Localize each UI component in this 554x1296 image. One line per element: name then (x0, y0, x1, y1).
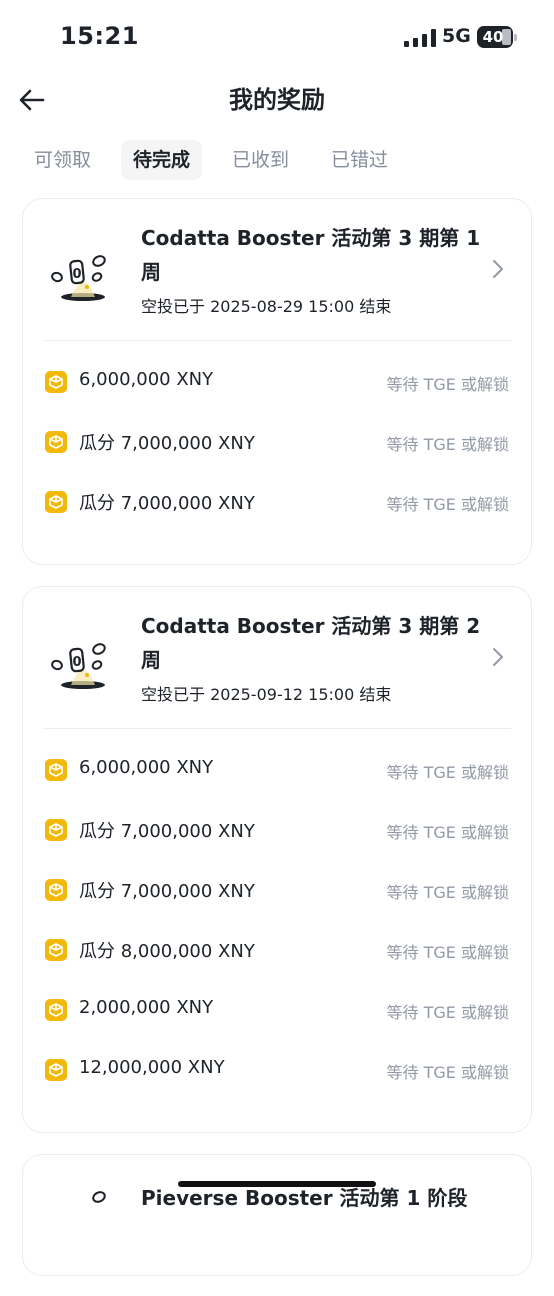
reward-status: 等待 TGE 或解锁 (386, 1063, 509, 1082)
page-title: 我的奖励 (229, 86, 325, 114)
reward-amount: 6,000,000 XNY (79, 757, 214, 778)
reward-card-header[interactable]: 0 Codatta Booster 活动第 3 期第 2 周 空投已于 2025… (23, 587, 531, 728)
reward-status: 等待 TGE 或解锁 (386, 375, 509, 394)
status-bar: 15:21 5G 40 (0, 0, 554, 74)
reward-row: 12,000,000 XNY 等待 TGE 或解锁 (23, 1049, 531, 1109)
token-icon (45, 1059, 67, 1081)
reward-amount: 6,000,000 XNY (79, 369, 214, 390)
campaign-art-icon: 0 (51, 255, 106, 301)
reward-status: 等待 TGE 或解锁 (386, 943, 509, 962)
reward-status: 等待 TGE 或解锁 (386, 1003, 509, 1022)
network-label: 5G (442, 25, 471, 47)
reward-card: 0 Codatta Booster 活动第 3 期第 2 周 空投已于 2025… (22, 586, 532, 1133)
reward-row: 6,000,000 XNY 等待 TGE 或解锁 (23, 361, 531, 421)
reward-row: 6,000,000 XNY 等待 TGE 或解锁 (23, 749, 531, 809)
token-icon (45, 371, 67, 393)
card-title: Codatta Booster 活动第 3 期第 1 周 (141, 226, 481, 284)
campaign-art-icon (92, 1191, 106, 1203)
reward-card: Pieverse Booster 活动第 1 阶段 (22, 1154, 532, 1276)
token-icon (45, 999, 67, 1021)
reward-row: 瓜分 7,000,000 XNY 等待 TGE 或解锁 (23, 421, 531, 481)
card-subtitle: 空投已于 2025-09-12 15:00 结束 (141, 685, 392, 704)
card-subtitle: 空投已于 2025-08-29 15:00 结束 (141, 297, 392, 316)
chevron-right-icon (493, 260, 503, 278)
reward-amount: 瓜分 8,000,000 XNY (79, 941, 255, 962)
reward-amount: 瓜分 7,000,000 XNY (79, 881, 255, 902)
svg-text:0: 0 (72, 655, 81, 670)
reward-row: 瓜分 7,000,000 XNY 等待 TGE 或解锁 (23, 869, 531, 929)
reward-amount: 2,000,000 XNY (79, 997, 214, 1018)
reward-status: 等待 TGE 或解锁 (386, 763, 509, 782)
campaign-art-icon: 0 (51, 643, 106, 689)
svg-text:0: 0 (72, 267, 81, 282)
chevron-right-icon (493, 648, 503, 666)
tab-received[interactable]: 已收到 (220, 140, 301, 180)
home-indicator (178, 1181, 376, 1187)
tab-missed[interactable]: 已错过 (319, 140, 400, 180)
reward-status: 等待 TGE 或解锁 (386, 435, 509, 454)
reward-status: 等待 TGE 或解锁 (386, 495, 509, 514)
reward-status: 等待 TGE 或解锁 (386, 883, 509, 902)
token-icon (45, 879, 67, 901)
tab-pending[interactable]: 待完成 (121, 140, 203, 180)
card-title: Codatta Booster 活动第 3 期第 2 周 (141, 614, 481, 672)
token-icon (45, 759, 67, 781)
reward-list: 6,000,000 XNY 等待 TGE 或解锁 瓜分 7,000,000 XN… (23, 341, 531, 541)
tab-claimable[interactable]: 可领取 (22, 140, 103, 180)
token-icon (45, 431, 67, 453)
reward-card: 0 Codatta Booster 活动第 3 期第 1 周 空投已于 2025… (22, 198, 532, 565)
battery-level: 40 (482, 28, 504, 46)
signal-icon (404, 29, 436, 47)
reward-row: 2,000,000 XNY 等待 TGE 或解锁 (23, 989, 531, 1049)
reward-status: 等待 TGE 或解锁 (386, 823, 509, 842)
token-icon (45, 939, 67, 961)
tab-bar: 可领取 待完成 已收到 已错过 (22, 140, 400, 180)
reward-amount: 12,000,000 XNY (79, 1057, 225, 1078)
reward-row: 瓜分 8,000,000 XNY 等待 TGE 或解锁 (23, 929, 531, 989)
reward-row: 瓜分 7,000,000 XNY 等待 TGE 或解锁 (23, 481, 531, 541)
battery-icon: 40 (477, 26, 517, 48)
reward-amount: 瓜分 7,000,000 XNY (79, 493, 255, 514)
reward-amount: 瓜分 7,000,000 XNY (79, 821, 255, 842)
reward-row: 瓜分 7,000,000 XNY 等待 TGE 或解锁 (23, 809, 531, 869)
reward-list: 6,000,000 XNY 等待 TGE 或解锁 瓜分 7,000,000 XN… (23, 729, 531, 1109)
token-icon (45, 491, 67, 513)
reward-card-header[interactable]: Pieverse Booster 活动第 1 阶段 (23, 1155, 531, 1296)
reward-amount: 瓜分 7,000,000 XNY (79, 433, 255, 454)
status-time: 15:21 (60, 22, 139, 50)
reward-card-header[interactable]: 0 Codatta Booster 活动第 3 期第 1 周 空投已于 2025… (23, 199, 531, 340)
token-icon (45, 819, 67, 841)
